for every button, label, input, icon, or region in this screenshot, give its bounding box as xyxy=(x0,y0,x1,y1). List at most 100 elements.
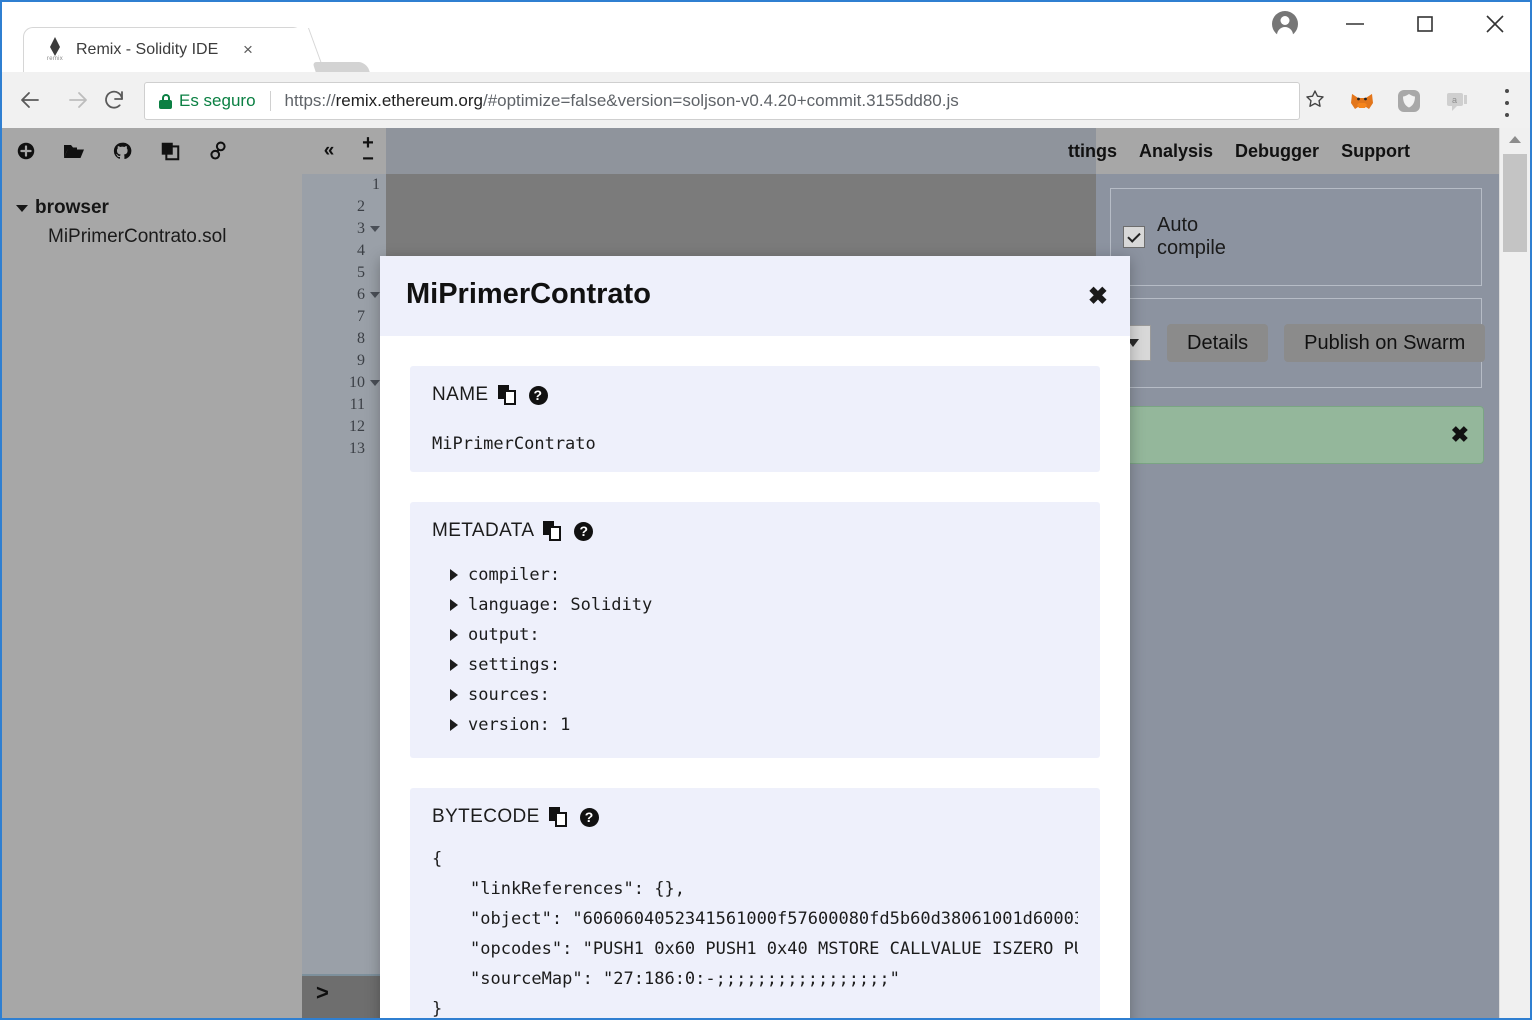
copy-icon[interactable] xyxy=(146,128,194,174)
line-number: 5 xyxy=(357,264,365,281)
line-number: 12 xyxy=(349,418,365,435)
contract-name-value: MiPrimerContrato xyxy=(432,434,596,454)
publish-on-swarm-button[interactable]: Publish on Swarm xyxy=(1284,324,1486,362)
bytecode-card: BYTECODE ? { "linkReferences": {}, "obje… xyxy=(410,788,1100,1018)
auto-compile-card: Auto compile xyxy=(1110,188,1482,286)
expand-triangle-icon xyxy=(450,659,458,671)
tab-analysis[interactable]: Analysis xyxy=(1139,141,1213,162)
scroll-up-icon[interactable] xyxy=(1500,128,1530,150)
remix-favicon-icon: remix xyxy=(42,35,68,65)
fold-arrow-icon xyxy=(370,292,380,298)
metadata-row[interactable]: settings: xyxy=(432,650,1078,680)
metadata-row-label: compiler: xyxy=(468,565,561,585)
compiler-panel: ttings Analysis Debugger Support Auto co… xyxy=(1068,128,1500,1018)
copy-icon[interactable] xyxy=(543,520,562,542)
back-icon[interactable] xyxy=(14,84,46,116)
omnibox-divider xyxy=(269,91,271,111)
browser-tab[interactable]: remix Remix - Solidity IDE × xyxy=(24,28,302,72)
success-alert: ✖ xyxy=(1110,406,1484,464)
browser-window: remix Remix - Solidity IDE × Es seguro h… xyxy=(0,0,1532,1020)
svg-text:a: a xyxy=(1452,95,1457,105)
metadata-row[interactable]: language: Solidity xyxy=(432,590,1078,620)
file-tree: browser MiPrimerContrato.sol xyxy=(2,194,302,252)
modal-close-icon[interactable]: ✖ xyxy=(1088,282,1108,311)
url-text: https://remix.ethereum.org/#optimize=fal… xyxy=(285,91,959,111)
help-icon[interactable]: ? xyxy=(528,385,548,405)
metadata-row[interactable]: output: xyxy=(432,620,1078,650)
help-icon[interactable]: ? xyxy=(574,521,594,541)
font-size-control[interactable]: + − xyxy=(356,133,380,169)
editor-gutter: 1 2 3 4 5 6 7 8 9 10 11 12 13 xyxy=(302,174,386,974)
explorer-toolbar xyxy=(2,128,302,174)
line-number: 7 xyxy=(357,308,365,325)
tree-root-label: browser xyxy=(35,197,109,218)
details-button[interactable]: Details xyxy=(1167,324,1269,362)
favicon-label: remix xyxy=(46,56,64,62)
metadata-tree: compiler: language: Solidity output: set… xyxy=(432,560,1078,740)
browser-toolbar: Es seguro https://remix.ethereum.org/#op… xyxy=(2,72,1530,129)
chat-extension-icon[interactable]: a xyxy=(1442,86,1472,116)
copy-icon[interactable] xyxy=(497,384,517,406)
font-decrease-label[interactable]: − xyxy=(362,149,374,169)
tree-root-browser[interactable]: browser xyxy=(2,194,302,222)
metamask-icon[interactable] xyxy=(1347,86,1377,116)
expand-triangle-icon xyxy=(450,599,458,611)
auto-compile-checkbox[interactable] xyxy=(1123,226,1145,248)
metadata-heading-label: METADATA xyxy=(432,520,535,541)
metadata-row[interactable]: version: 1 xyxy=(432,710,1078,740)
copy-icon[interactable] xyxy=(548,806,568,828)
name-card: NAME ? MiPrimerContrato xyxy=(410,366,1100,472)
tab-close-icon[interactable]: × xyxy=(238,40,258,60)
open-folder-icon[interactable] xyxy=(50,128,98,174)
alert-close-icon[interactable]: ✖ xyxy=(1451,422,1469,448)
collapse-panel-icon[interactable]: « xyxy=(314,136,344,166)
file-explorer-panel: browser MiPrimerContrato.sol xyxy=(2,128,302,1018)
url-scheme: https:// xyxy=(284,91,336,110)
line-number: 3 xyxy=(302,218,386,240)
line-number: 10 xyxy=(302,372,386,394)
contract-actions-card: Details Publish on Swarm xyxy=(1110,298,1486,388)
expand-triangle-icon xyxy=(450,629,458,641)
modal-title: MiPrimerContrato xyxy=(406,278,651,310)
address-bar[interactable]: Es seguro https://remix.ethereum.org/#op… xyxy=(144,82,1300,120)
bytecode-heading-label: BYTECODE xyxy=(432,806,540,827)
expand-triangle-icon xyxy=(450,569,458,581)
fold-arrow-icon xyxy=(370,380,380,386)
link-icon[interactable] xyxy=(194,128,242,174)
line-number: 6 xyxy=(302,284,386,306)
line-number: 9 xyxy=(357,352,365,369)
add-file-icon[interactable] xyxy=(2,128,50,174)
bookmark-star-icon[interactable] xyxy=(1302,86,1328,112)
line-number: 4 xyxy=(357,242,365,259)
metadata-row[interactable]: sources: xyxy=(432,680,1078,710)
chevron-down-icon xyxy=(16,204,28,212)
name-card-heading: NAME ? xyxy=(432,384,1078,406)
metadata-row[interactable]: compiler: xyxy=(432,560,1078,590)
metadata-card: METADATA ? compiler: language: Solidity xyxy=(410,502,1100,758)
name-heading-label: NAME xyxy=(432,384,489,405)
bytecode-line: "sourceMap": "27:186:0:-;;;;;;;;;;;;;;;;… xyxy=(470,969,900,989)
tab-debugger[interactable]: Debugger xyxy=(1235,141,1319,162)
shield-extension-icon[interactable] xyxy=(1394,86,1424,116)
remix-app: browser MiPrimerContrato.sol « + − 1 2 3… xyxy=(2,128,1530,1018)
lock-icon xyxy=(159,93,172,109)
github-icon[interactable] xyxy=(98,128,146,174)
bytecode-open-brace: { xyxy=(432,849,443,869)
tab-support[interactable]: Support xyxy=(1341,141,1410,162)
metadata-row-label: language: Solidity xyxy=(468,595,653,615)
scrollbar-thumb[interactable] xyxy=(1503,154,1527,252)
page-scrollbar[interactable] xyxy=(1499,128,1530,1018)
line-number: 2 xyxy=(357,198,365,215)
tab-settings[interactable]: ttings xyxy=(1068,141,1117,162)
terminal-prompt-icon: > xyxy=(316,980,329,1005)
security-label: Es seguro xyxy=(179,91,256,110)
fold-arrow-icon xyxy=(370,226,380,232)
metadata-row-label: settings: xyxy=(468,655,561,675)
help-icon[interactable]: ? xyxy=(579,807,599,827)
modal-header: MiPrimerContrato ✖ xyxy=(380,256,1130,337)
line-number: 11 xyxy=(349,396,365,413)
reload-icon[interactable] xyxy=(98,84,130,116)
tree-file-item[interactable]: MiPrimerContrato.sol xyxy=(2,222,302,252)
bytecode-close-brace: } xyxy=(432,999,443,1018)
browser-menu-icon[interactable] xyxy=(1494,86,1520,120)
